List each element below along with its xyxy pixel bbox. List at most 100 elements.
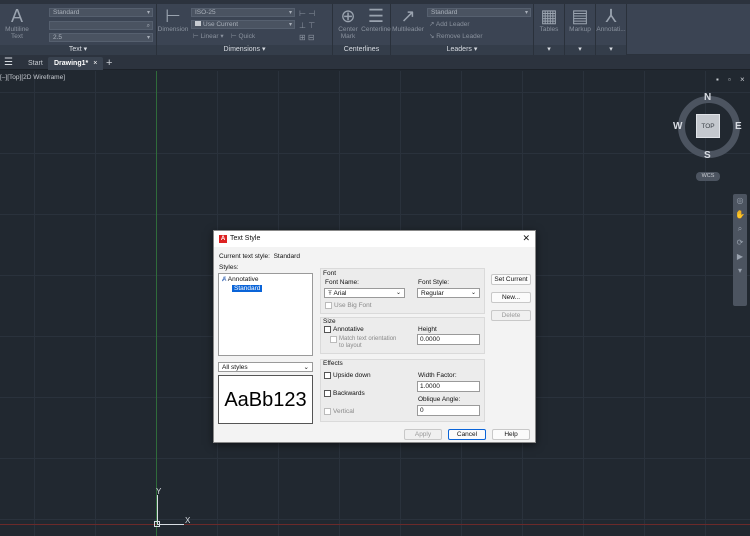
compass-north[interactable]: N [704, 92, 711, 103]
linear-button[interactable]: ⊢ Linear ▾ [193, 33, 224, 41]
viewport-maximize-icon[interactable]: ▫ [728, 75, 731, 84]
steering-wheel-icon[interactable]: ◎ [733, 194, 747, 208]
chevron-down-icon: ▾ [288, 22, 292, 28]
dimensions-panel-title-label: Dimensions [223, 46, 261, 53]
autocad-logo-icon: A [219, 235, 227, 243]
dimension-icon: ⊢ [165, 6, 181, 26]
ucs-x-label: X [185, 516, 191, 525]
close-icon[interactable]: ✕ [522, 233, 530, 244]
styles-list[interactable]: Ⱥ Annotative Standard [218, 273, 313, 356]
style-item-standard[interactable]: Standard [232, 285, 263, 292]
text-style-value: Standard [53, 9, 80, 16]
chevron-down-icon: ▾ [524, 10, 528, 16]
multiline-text-button[interactable]: A Multiline Text [2, 6, 32, 40]
center-mark-icon: ⊕ [340, 6, 356, 26]
new-tab-button[interactable]: + [100, 57, 118, 70]
use-big-font-checkbox[interactable] [325, 302, 332, 309]
font-name-dropdown[interactable]: Ŧ Arial ⌄ [324, 288, 405, 298]
font-style-dropdown[interactable]: Regular ⌄ [417, 288, 480, 298]
current-style-label: Current text style: Standard [219, 253, 300, 260]
annotation-label: Annotati... [596, 26, 626, 33]
annotative-label: Annotative [333, 326, 364, 333]
dialog-title-bar[interactable]: A Text Style ✕ [214, 231, 535, 247]
add-leader-button[interactable]: ↗ Add Leader [429, 21, 470, 29]
text-height-combo[interactable]: 2.5 ▾ [49, 33, 153, 42]
font-name-value: Arial [333, 290, 347, 297]
markup-button[interactable]: ▤ Markup [565, 6, 595, 33]
chevron-down-icon: ⌄ [395, 290, 401, 296]
mleader-style-combo[interactable]: Standard ▾ [427, 8, 531, 17]
oblique-angle-label: Oblique Angle: [418, 396, 461, 403]
linear-label: Linear [200, 33, 219, 40]
height-input[interactable]: 0.0000 [417, 334, 480, 345]
center-mark-button[interactable]: ⊕ Center Mark [335, 6, 361, 40]
width-factor-input[interactable]: 1.0000 [417, 381, 480, 392]
oblique-angle-input[interactable]: 0 [417, 405, 480, 416]
annotation-scaling-button[interactable]: ⅄ Annotati... [596, 6, 626, 33]
text-panel-title[interactable]: Text ▾ [0, 45, 156, 55]
help-button[interactable]: Help [492, 429, 530, 440]
dialog-title: Text Style [230, 235, 261, 242]
tab-drawing1[interactable]: Drawing1* × [48, 57, 104, 70]
text-style-combo[interactable]: Standard ▾ [49, 8, 153, 17]
viewcube-top-face[interactable]: TOP [696, 114, 720, 138]
y-axis-line [156, 71, 157, 536]
delete-button[interactable]: Delete [491, 310, 531, 321]
viewport-restore-icon[interactable]: ▪ [716, 75, 719, 84]
truetype-font-icon: Ŧ [328, 290, 332, 297]
orbit-icon[interactable]: ⟳ [733, 236, 747, 250]
match-orientation-checkbox[interactable] [330, 336, 337, 343]
dimensions-panel-title[interactable]: Dimensions ▾ [157, 45, 332, 55]
dim-tools-icons[interactable]: ⊢ ⊣ ⊥ ⊤ ⊞ ⊟ [299, 8, 315, 44]
dim-layer-combo[interactable]: Use Current ▾ [191, 20, 295, 29]
tables-button[interactable]: ▦ Tables [534, 6, 564, 33]
upside-down-label: Upside down [333, 372, 371, 379]
viewport-close-icon[interactable]: × [740, 75, 745, 84]
backwards-checkbox[interactable] [324, 390, 331, 397]
compass-east[interactable]: E [735, 121, 742, 132]
markup-panel-title[interactable]: ▾ [565, 45, 595, 55]
markup-label: Markup [569, 26, 591, 33]
vertical-checkbox[interactable] [324, 408, 331, 415]
multiline-text-label: Multiline Text [5, 26, 29, 40]
tab-start[interactable]: Start [22, 57, 49, 70]
text-find-field[interactable]: ⌕ [49, 21, 153, 30]
pan-icon[interactable]: ✋ [733, 208, 747, 222]
close-icon[interactable]: × [93, 60, 97, 67]
leaders-panel-title-label: Leaders [446, 46, 472, 53]
multileader-button[interactable]: ↗ Multileader [391, 6, 425, 33]
leaders-panel: ↗ Multileader Standard ▾ ↗ Add Leader ↘ R… [391, 4, 534, 55]
annotative-checkbox[interactable] [324, 326, 331, 333]
compass-west[interactable]: W [673, 121, 682, 132]
apply-button[interactable]: Apply [404, 429, 442, 440]
text-height-value: 2.5 [53, 34, 63, 41]
compass-south[interactable]: S [704, 150, 711, 161]
set-current-button[interactable]: Set Current [491, 274, 531, 285]
text-panel-title-label: Text [68, 46, 82, 53]
centerline-button[interactable]: ☰ Centerline [361, 6, 391, 33]
cancel-button[interactable]: Cancel [448, 429, 486, 440]
quick-button[interactable]: ⊢ Quick [231, 33, 255, 41]
wcs-menu[interactable]: WCS [696, 172, 720, 181]
remove-leader-button[interactable]: ↘ Remove Leader [429, 33, 483, 41]
navbar-settings-icon[interactable]: ▾ [733, 264, 747, 278]
ucs-x-axis [157, 524, 184, 525]
tables-panel-title[interactable]: ▾ [534, 45, 564, 55]
zoom-icon[interactable]: ⌕ [733, 222, 747, 236]
annotation-panel-title[interactable]: ▾ [596, 45, 626, 55]
styles-filter-value: All styles [222, 364, 248, 371]
dimension-label: Dimension [157, 26, 189, 33]
dimstyle-combo[interactable]: ISO-25 ▾ [191, 8, 295, 17]
leaders-panel-title[interactable]: Leaders ▾ [391, 45, 533, 55]
upside-down-checkbox[interactable] [324, 372, 331, 379]
new-button[interactable]: New... [491, 292, 531, 303]
multileader-label: Multileader [392, 26, 424, 33]
hamburger-menu-icon[interactable]: ☰ [4, 57, 13, 68]
dimension-button[interactable]: ⊢ Dimension [157, 6, 189, 33]
style-item-annotative[interactable]: Ⱥ Annotative [222, 276, 259, 283]
quick-label: Quick [238, 33, 256, 40]
centerlines-panel: ⊕ Center Mark ☰ Centerline Centerlines [333, 4, 391, 55]
styles-filter-dropdown[interactable]: All styles ⌄ [218, 362, 313, 372]
showmotion-icon[interactable]: ▶ [733, 250, 747, 264]
viewport-controls-label[interactable]: [–][Top][2D Wireframe] [0, 74, 65, 81]
